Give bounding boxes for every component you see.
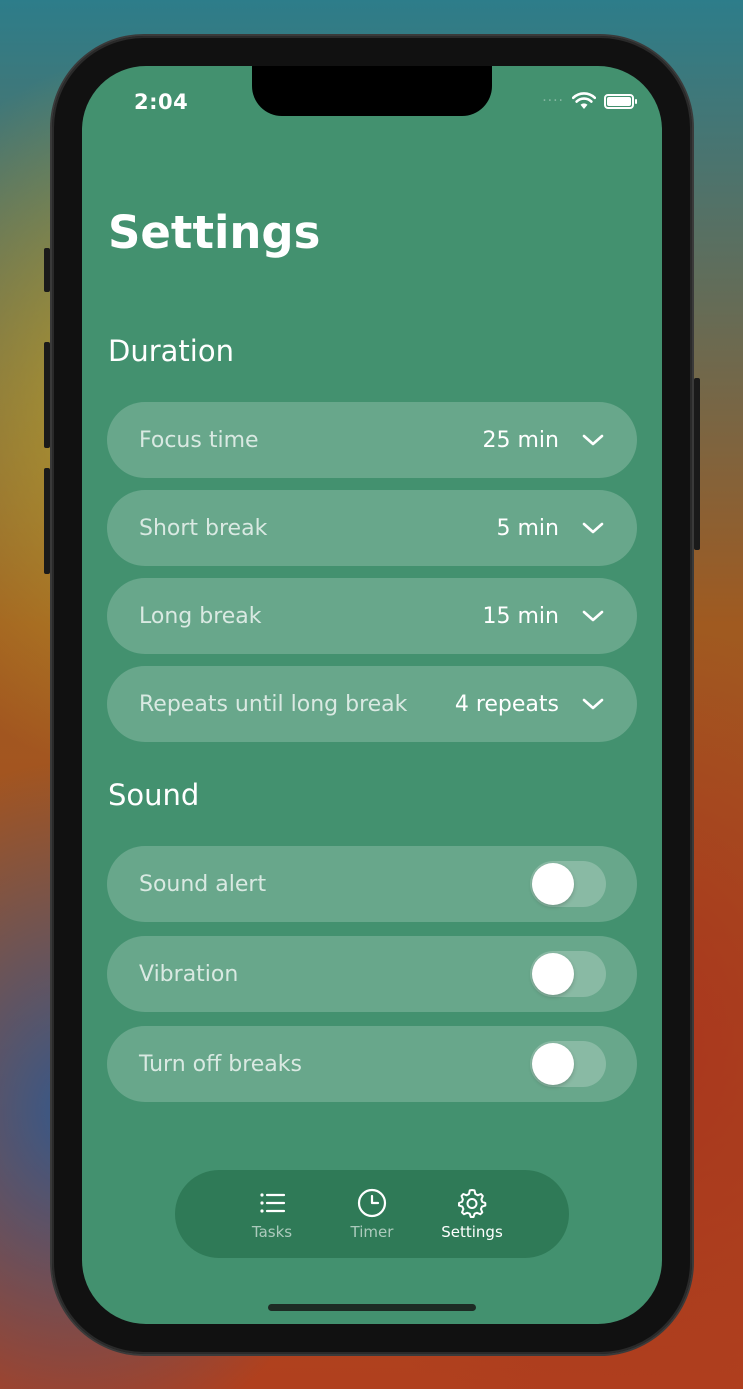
tab-timer-label: Timer	[350, 1223, 394, 1241]
status-time: 2:04	[134, 90, 189, 114]
chevron-down-icon[interactable]	[581, 692, 605, 716]
focus-time-value: 25 min	[482, 427, 559, 453]
repeats-row[interactable]: Repeats until long break 4 repeats	[107, 666, 637, 742]
home-indicator	[268, 1304, 476, 1311]
power-button	[694, 378, 700, 550]
page-title: Settings	[108, 206, 321, 259]
volume-up-button	[44, 342, 50, 448]
status-indicators: ····	[542, 92, 637, 110]
short-break-label: Short break	[139, 515, 268, 541]
cellular-signal-icon: ····	[542, 93, 564, 109]
battery-icon	[604, 93, 637, 109]
chevron-down-icon[interactable]	[581, 428, 605, 452]
sound-heading: Sound	[108, 778, 200, 812]
short-break-row[interactable]: Short break 5 min	[107, 490, 637, 566]
mute-switch	[44, 248, 50, 292]
focus-time-row[interactable]: Focus time 25 min	[107, 402, 637, 478]
volume-down-button	[44, 468, 50, 574]
tab-tasks[interactable]: Tasks	[234, 1187, 310, 1241]
tab-tasks-label: Tasks	[251, 1223, 293, 1241]
sound-alert-row: Sound alert	[107, 846, 637, 922]
repeats-value: 4 repeats	[454, 691, 559, 717]
vibration-toggle[interactable]	[530, 951, 606, 997]
turn-off-breaks-row: Turn off breaks	[107, 1026, 637, 1102]
wifi-icon	[572, 92, 596, 109]
chevron-down-icon[interactable]	[581, 516, 605, 540]
turn-off-breaks-toggle[interactable]	[530, 1041, 606, 1087]
tab-bar: Tasks Timer Settings	[175, 1170, 569, 1258]
tab-settings-label: Settings	[441, 1223, 503, 1241]
focus-time-label: Focus time	[139, 427, 259, 453]
tab-settings[interactable]: Settings	[434, 1187, 510, 1241]
app-screen: 2:04 ···· Settings Duration Focus time 2…	[82, 66, 662, 1324]
toggle-knob	[532, 1043, 574, 1085]
sound-alert-toggle[interactable]	[530, 861, 606, 907]
vibration-row: Vibration	[107, 936, 637, 1012]
notch	[252, 66, 492, 116]
list-icon	[260, 1193, 286, 1213]
phone-frame: 2:04 ···· Settings Duration Focus time 2…	[44, 36, 700, 1354]
short-break-value: 5 min	[496, 515, 559, 541]
duration-heading: Duration	[108, 334, 234, 368]
tab-timer[interactable]: Timer	[334, 1187, 410, 1241]
long-break-value: 15 min	[482, 603, 559, 629]
clock-icon	[357, 1188, 387, 1218]
long-break-label: Long break	[139, 603, 262, 629]
toggle-knob	[532, 953, 574, 995]
toggle-knob	[532, 863, 574, 905]
repeats-label: Repeats until long break	[139, 691, 408, 717]
chevron-down-icon[interactable]	[581, 604, 605, 628]
gear-icon	[458, 1189, 487, 1218]
long-break-row[interactable]: Long break 15 min	[107, 578, 637, 654]
